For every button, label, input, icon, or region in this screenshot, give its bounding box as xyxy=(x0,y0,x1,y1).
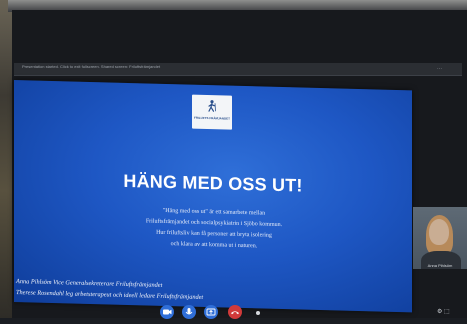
logo-text: FRILUFTS FRÄMJANDET xyxy=(194,115,230,121)
share-screen-icon[interactable] xyxy=(204,305,218,319)
shared-slide: FRILUFTS FRÄMJANDET HÄNG MED OSS UT! "Hä… xyxy=(14,80,412,313)
microphone-icon[interactable] xyxy=(182,305,196,319)
participant-video-tile[interactable]: Anna Pihlsöm xyxy=(413,207,467,269)
meeting-top-bar: Presentation started. Click to exit full… xyxy=(14,63,462,76)
organization-logo: FRILUFTS FRÄMJANDET xyxy=(192,94,232,130)
meeting-status-text: Presentation started. Click to exit full… xyxy=(22,64,161,69)
settings-icon[interactable]: ⚙ ⬚ xyxy=(437,308,450,315)
top-bar-controls[interactable]: ··· xyxy=(437,66,442,72)
hiker-icon xyxy=(208,100,216,112)
slide-body: "Häng med oss ut" är ett samarbete mella… xyxy=(104,204,324,254)
leave-call-icon[interactable] xyxy=(228,305,242,319)
call-toolbar xyxy=(140,303,300,319)
camera-icon[interactable] xyxy=(160,305,174,319)
more-options-icon[interactable] xyxy=(256,311,260,315)
participant-face xyxy=(429,219,449,245)
slide-headline: HÄNG MED OSS UT! xyxy=(123,170,303,196)
participant-name: Anna Pihlsöm xyxy=(427,263,453,268)
